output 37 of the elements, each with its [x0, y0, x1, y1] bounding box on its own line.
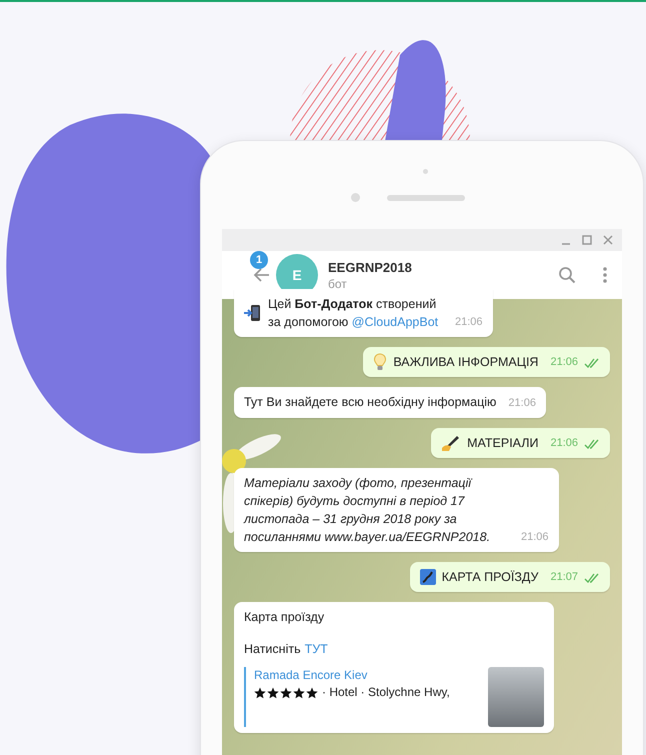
message-text: ВАЖЛИВА ІНФОРМАЦІЯ [393, 354, 538, 372]
chat-title: EEGRNP2018 [328, 260, 413, 274]
menu-icon[interactable] [602, 266, 608, 284]
camera-dot [351, 193, 360, 202]
maximize-icon[interactable] [581, 234, 593, 246]
back-arrow-icon[interactable] [252, 267, 270, 283]
chat-subtitle: бот [328, 276, 348, 290]
star-icon [280, 686, 292, 699]
close-icon[interactable] [602, 234, 614, 246]
message-text: КАРТА ПРОЇЗДУ [442, 569, 538, 586]
message-text: Тут Ви знайдете всю необхідну інформацію [244, 394, 496, 412]
message-text: Цей Бот-Додаток створений за допомогою @CloudAppBot [268, 296, 440, 332]
star-icon [267, 686, 279, 699]
message-time: 21:07 [550, 570, 578, 586]
lightbulb-icon [373, 353, 388, 372]
tut-link[interactable]: ТУТ [304, 640, 328, 658]
preview-title: Ramada Encore Kiev [254, 666, 368, 684]
unread-badge: 1 [250, 251, 268, 269]
message-time: 21:06 [455, 315, 483, 330]
message-time: 21:06 [550, 355, 578, 370]
preview-detail: · Hotel · Stolychne Hwy, [322, 684, 450, 701]
message-text: Матеріали заходу (фото, презентації спікерів) будуть доступні в період 17 листопада – 31 грудня 2018 року за посиланнями www.bayer.ua/EEGRNP2018. [244, 474, 492, 546]
message-text: МАТЕРІАЛИ [467, 434, 538, 452]
message-text: Натисніть [244, 641, 301, 658]
sensor-dot [423, 169, 428, 174]
message-text: Карта проїзду [244, 609, 326, 626]
bot-link[interactable]: @CloudAppBot [352, 315, 438, 330]
phone-arrow-icon [244, 304, 262, 322]
star-icon [293, 686, 305, 699]
star-icon [254, 686, 266, 699]
message-time: 21:06 [521, 530, 549, 546]
photo-placeholder [488, 666, 544, 726]
message-time: 21:06 [550, 436, 578, 451]
message-time: 21:06 [508, 396, 536, 411]
star-icon [306, 686, 318, 699]
link-preview[interactable]: Ramada Encore Kiev · Hotel · Stolychne Hwy, [244, 666, 544, 726]
search-icon[interactable] [558, 266, 576, 284]
